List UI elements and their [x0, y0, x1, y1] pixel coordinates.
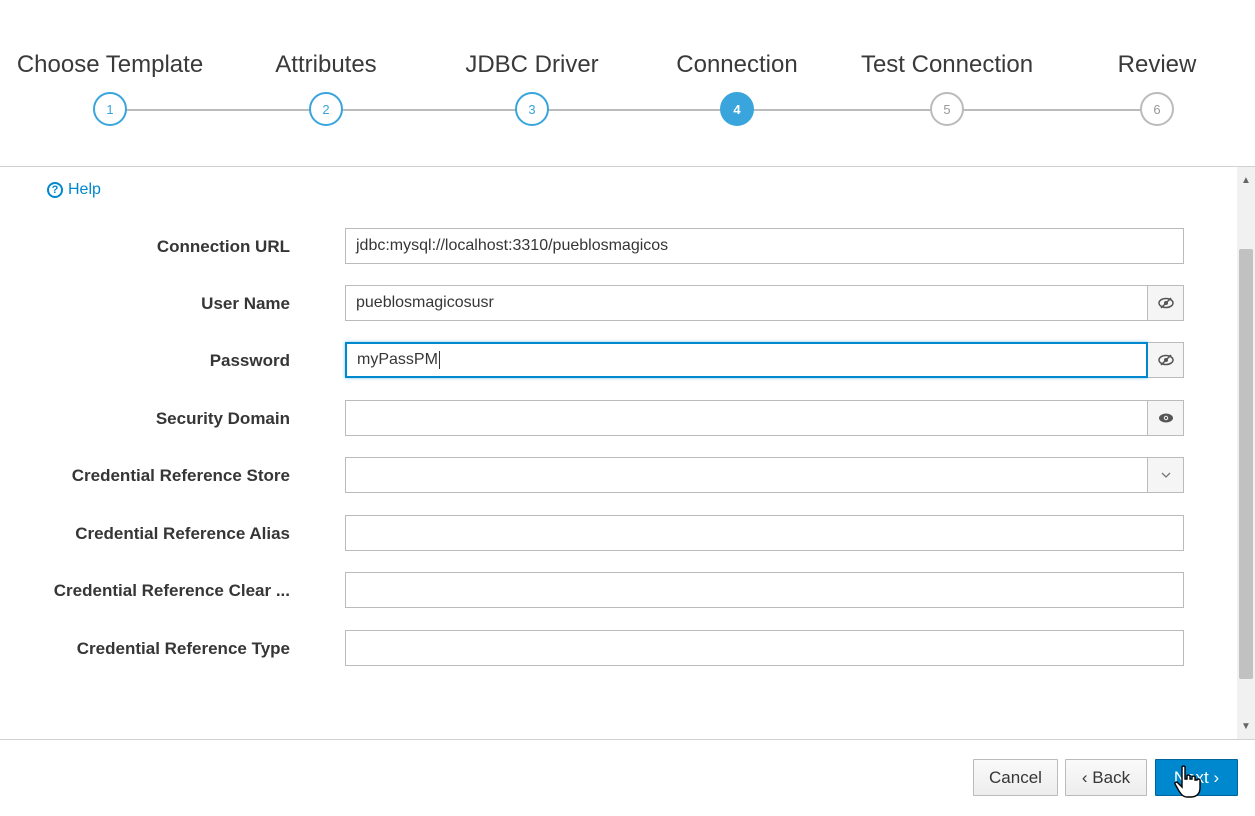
step-label: Attributes: [275, 51, 377, 78]
credential-reference-alias-label: Credential Reference Alias: [75, 524, 290, 543]
help-label: Help: [68, 181, 101, 198]
form-row-credential-reference-alias: Credential Reference Alias: [0, 515, 1237, 551]
form-row-credential-reference-clear: Credential Reference Clear ...: [0, 572, 1237, 608]
security-domain-input[interactable]: [345, 400, 1148, 436]
step-label: JDBC Driver: [465, 51, 599, 78]
wizard-step-connection[interactable]: Connection 4: [627, 0, 847, 140]
password-value: myPassPM: [357, 351, 438, 368]
credential-reference-type-input[interactable]: [345, 630, 1184, 666]
credential-reference-store-label: Credential Reference Store: [71, 466, 290, 485]
scrollbar-thumb[interactable]: [1239, 249, 1253, 679]
form-row-password: Password myPassPM: [0, 342, 1237, 378]
step-number: 2: [309, 92, 343, 126]
wizard-step-test-connection: Test Connection 5: [837, 0, 1057, 140]
scrollbar[interactable]: ▲ ▼: [1237, 167, 1255, 739]
form-row-connection-url: Connection URL jdbc:mysql://localhost:33…: [0, 228, 1237, 264]
wizard-step-attributes[interactable]: Attributes 2: [216, 0, 436, 140]
credential-reference-store-input[interactable]: [345, 457, 1148, 493]
password-input[interactable]: myPassPM: [345, 342, 1148, 378]
question-circle-icon: ?: [47, 182, 63, 198]
eye-slash-icon[interactable]: [1148, 342, 1184, 378]
credential-reference-type-label: Credential Reference Type: [76, 639, 290, 658]
connection-url-label: Connection URL: [156, 237, 290, 256]
connection-form: ? Help Connection URL jdbc:mysql://local…: [0, 167, 1237, 739]
eye-icon[interactable]: [1148, 400, 1184, 436]
form-row-user-name: User Name pueblosmagicosusr: [0, 285, 1237, 321]
wizard-steps: Choose Template 1 Attributes 2 JDBC Driv…: [0, 0, 1255, 166]
step-number: 5: [930, 92, 964, 126]
eye-slash-icon[interactable]: [1148, 285, 1184, 321]
form-row-security-domain: Security Domain: [0, 400, 1237, 436]
text-caret: [438, 351, 440, 369]
connection-url-input[interactable]: jdbc:mysql://localhost:3310/pueblosmagic…: [345, 228, 1184, 264]
help-link[interactable]: ? Help: [47, 181, 101, 199]
step-number: 6: [1140, 92, 1174, 126]
security-domain-label: Security Domain: [155, 409, 290, 428]
credential-reference-clear-label: Credential Reference Clear ...: [53, 581, 290, 600]
cancel-button[interactable]: Cancel: [973, 759, 1058, 796]
chevron-down-icon[interactable]: [1148, 457, 1184, 493]
user-name-input[interactable]: pueblosmagicosusr: [345, 285, 1148, 321]
step-label: Connection: [676, 51, 798, 78]
form-row-credential-reference-type: Credential Reference Type: [0, 630, 1237, 666]
scroll-down-arrow-icon[interactable]: ▼: [1237, 717, 1255, 735]
wizard-step-choose-template[interactable]: Choose Template 1: [0, 0, 220, 140]
scroll-up-arrow-icon[interactable]: ▲: [1237, 171, 1255, 189]
next-button[interactable]: Next ›: [1155, 759, 1238, 796]
credential-reference-clear-input[interactable]: [345, 572, 1184, 608]
credential-reference-alias-input[interactable]: [345, 515, 1184, 551]
step-number: 3: [515, 92, 549, 126]
step-label: Test Connection: [860, 51, 1034, 78]
step-label: Choose Template: [16, 51, 204, 78]
user-name-label: User Name: [201, 294, 290, 313]
divider: [0, 739, 1255, 740]
form-row-credential-reference-store: Credential Reference Store: [0, 457, 1237, 493]
password-label: Password: [209, 351, 290, 370]
step-number-active: 4: [720, 92, 754, 126]
back-button[interactable]: ‹ Back: [1065, 759, 1147, 796]
wizard-step-jdbc-driver[interactable]: JDBC Driver 3: [422, 0, 642, 140]
step-number: 1: [93, 92, 127, 126]
wizard-step-review: Review 6: [1047, 0, 1255, 140]
step-label: Review: [1117, 51, 1197, 78]
